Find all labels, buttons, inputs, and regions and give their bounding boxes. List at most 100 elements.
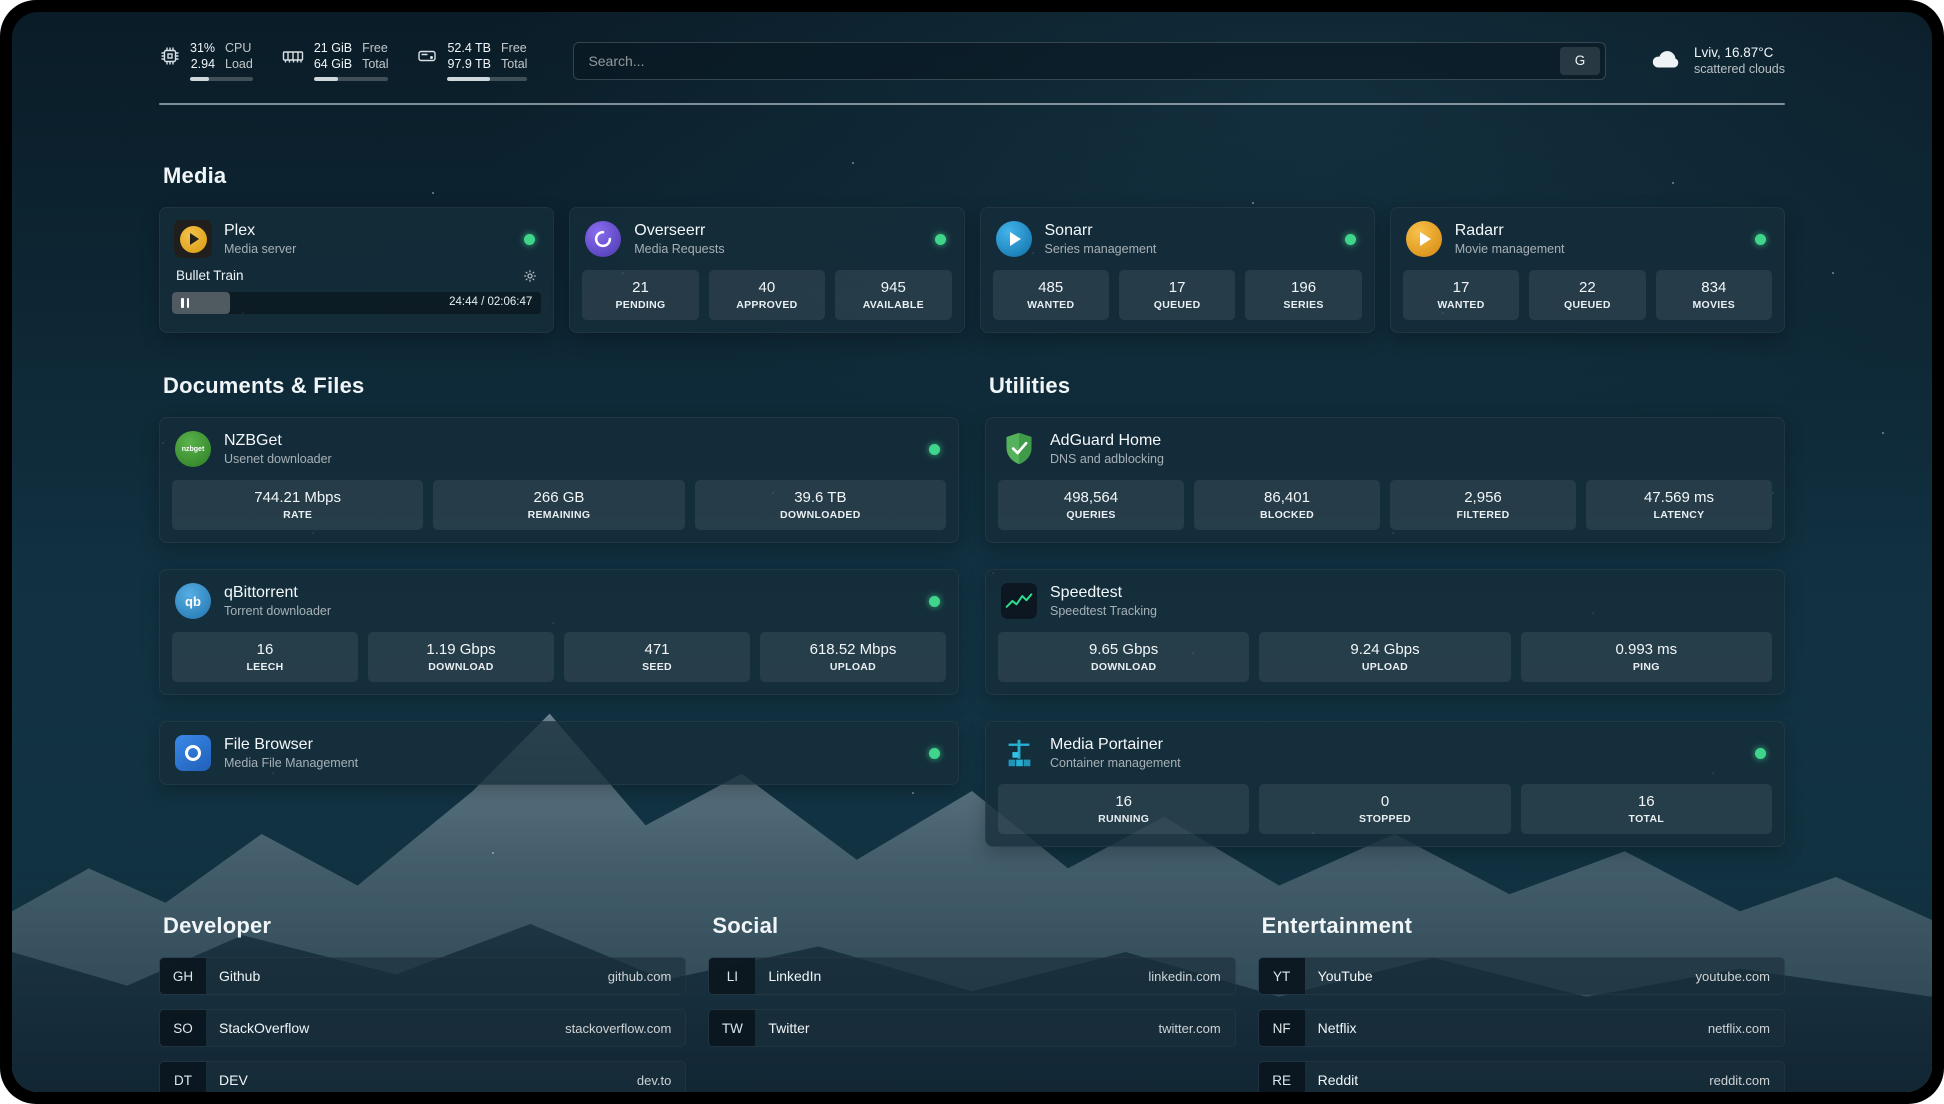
weather-condition: scattered clouds: [1694, 61, 1785, 77]
stat-label: APPROVED: [736, 298, 797, 313]
stat-value: 196: [1291, 278, 1316, 297]
service-subtitle: Usenet downloader: [224, 451, 332, 467]
status-dot: [929, 444, 940, 455]
bookmark-netflix[interactable]: NF Netflix netflix.com: [1258, 1009, 1785, 1047]
stat-label: DOWNLOAD: [428, 660, 493, 675]
status-dot: [1345, 234, 1356, 245]
bookmark-twitter[interactable]: TW Twitter twitter.com: [708, 1009, 1235, 1047]
service-card-nzbget[interactable]: nzbget NZBGet Usenet downloader 744.21 M…: [159, 417, 959, 543]
stat-label: QUEUED: [1154, 298, 1201, 313]
service-name: NZBGet: [224, 431, 332, 451]
stat-value: 16: [257, 640, 274, 659]
service-card-adguard[interactable]: AdGuard Home DNS and adblocking 498,564 …: [985, 417, 1785, 543]
stat-download: 9.65 Gbps DOWNLOAD: [998, 632, 1249, 682]
weather-location: Lviv, 16.87°C: [1694, 44, 1785, 61]
search-engine-button[interactable]: G: [1560, 47, 1600, 75]
overseerr-icon: [584, 220, 622, 258]
section-documents-files: Documents & Files nzbget NZBGet Usenet d…: [159, 373, 959, 847]
search-input[interactable]: [574, 53, 1560, 69]
bookmark-reddit[interactable]: RE Reddit reddit.com: [1258, 1061, 1785, 1092]
bookmark-dev[interactable]: DT DEV dev.to: [159, 1061, 686, 1092]
disk-total-label: Total: [501, 56, 527, 72]
service-card-qbittorrent[interactable]: qb qBittorrent Torrent downloader 16: [159, 569, 959, 695]
stat-queries: 498,564 QUERIES: [998, 480, 1184, 530]
service-name: AdGuard Home: [1050, 431, 1164, 451]
bookmark-url: linkedin.com: [1148, 969, 1220, 984]
stat-value: 485: [1038, 278, 1063, 297]
bookmark-url: stackoverflow.com: [565, 1021, 671, 1036]
bookmark-abbr: SO: [160, 1010, 206, 1046]
service-name: Plex: [224, 221, 296, 241]
stat-ping: 0.993 ms PING: [1521, 632, 1772, 682]
service-card-sonarr[interactable]: Sonarr Series management 485 WANTED 17 Q…: [980, 207, 1375, 333]
disk-widget: 52.4 TB 97.9 TB Free Total: [416, 40, 527, 81]
service-card-filebrowser[interactable]: File Browser Media File Management: [159, 721, 959, 785]
stat-value: 21: [632, 278, 649, 297]
stat-running: 16 RUNNING: [998, 784, 1249, 834]
section-title-documents: Documents & Files: [163, 373, 959, 399]
service-subtitle: Media server: [224, 241, 296, 257]
memory-free-label: Free: [362, 40, 388, 56]
service-card-portainer[interactable]: Media Portainer Container management 16 …: [985, 721, 1785, 847]
stat-label: WANTED: [1027, 298, 1074, 313]
stat-value: 17: [1453, 278, 1470, 297]
bookmark-stackoverflow[interactable]: SO StackOverflow stackoverflow.com: [159, 1009, 686, 1047]
service-subtitle: Speedtest Tracking: [1050, 603, 1157, 619]
stat-rate: 744.21 Mbps RATE: [172, 480, 423, 530]
stat-queued: 22 QUEUED: [1529, 270, 1645, 320]
bookmark-abbr: TW: [709, 1010, 755, 1046]
plex-icon: [174, 220, 212, 258]
service-card-overseerr[interactable]: Overseerr Media Requests 21 PENDING 40 A…: [569, 207, 964, 333]
pause-icon[interactable]: [181, 298, 189, 308]
qbittorrent-icon: qb: [174, 582, 212, 620]
status-dot: [1755, 748, 1766, 759]
bookmark-url: reddit.com: [1709, 1073, 1770, 1088]
weather-widget: Lviv, 16.87°C scattered clouds: [1648, 44, 1785, 77]
service-name: Sonarr: [1045, 221, 1157, 241]
bookmark-abbr: LI: [709, 958, 755, 994]
stat-label: UPLOAD: [830, 660, 876, 675]
stat-value: 9.65 Gbps: [1089, 640, 1158, 659]
service-card-radarr[interactable]: Radarr Movie management 17 WANTED 22 QUE…: [1390, 207, 1785, 333]
bookmark-linkedin[interactable]: LI LinkedIn linkedin.com: [708, 957, 1235, 995]
disk-free-label: Free: [501, 40, 527, 56]
service-subtitle: Movie management: [1455, 241, 1565, 257]
playback-time: 24:44 / 02:06:47: [449, 296, 532, 308]
stat-download: 1.19 Gbps DOWNLOAD: [368, 632, 554, 682]
stat-label: LATENCY: [1654, 508, 1705, 523]
settings-gear-icon[interactable]: [523, 269, 537, 283]
stat-pending: 21 PENDING: [582, 270, 698, 320]
bookmark-youtube[interactable]: YT YouTube youtube.com: [1258, 957, 1785, 995]
disk-free-value: 52.4 TB: [447, 40, 491, 56]
bookmark-url: twitter.com: [1159, 1021, 1221, 1036]
bookmark-abbr: NF: [1259, 1010, 1305, 1046]
bookmark-name: Reddit: [1318, 1072, 1358, 1088]
memory-free-value: 21 GiB: [314, 40, 352, 56]
stat-upload: 618.52 Mbps UPLOAD: [760, 632, 946, 682]
service-card-speedtest[interactable]: Speedtest Speedtest Tracking 9.65 Gbps D…: [985, 569, 1785, 695]
memory-icon: [281, 40, 305, 72]
search-bar: G: [573, 42, 1606, 80]
stat-movies: 834 MOVIES: [1656, 270, 1772, 320]
status-dot: [524, 234, 535, 245]
bookmarks-entertainment: Entertainment YT YouTube youtube.com NF …: [1258, 913, 1785, 1092]
stat-blocked: 86,401 BLOCKED: [1194, 480, 1380, 530]
memory-total-label: Total: [362, 56, 388, 72]
bookmark-url: github.com: [608, 969, 672, 984]
stat-label: REMAINING: [528, 508, 591, 523]
bookmark-url: netflix.com: [1708, 1021, 1770, 1036]
stat-value: 16: [1638, 792, 1655, 811]
playback-progress-bar[interactable]: 24:44 / 02:06:47: [172, 292, 541, 314]
service-subtitle: DNS and adblocking: [1050, 451, 1164, 467]
bookmark-github[interactable]: GH Github github.com: [159, 957, 686, 995]
stat-value: 498,564: [1064, 488, 1118, 507]
sonarr-icon: [995, 220, 1033, 258]
bookmark-abbr: GH: [160, 958, 206, 994]
bookmark-name: DEV: [219, 1072, 248, 1088]
memory-total-value: 64 GiB: [314, 56, 352, 72]
service-subtitle: Container management: [1050, 755, 1181, 771]
stat-value: 471: [644, 640, 669, 659]
service-card-plex[interactable]: Plex Media server Bullet Train: [159, 207, 554, 333]
bookmark-name: Twitter: [768, 1020, 809, 1036]
stat-label: WANTED: [1437, 298, 1484, 313]
